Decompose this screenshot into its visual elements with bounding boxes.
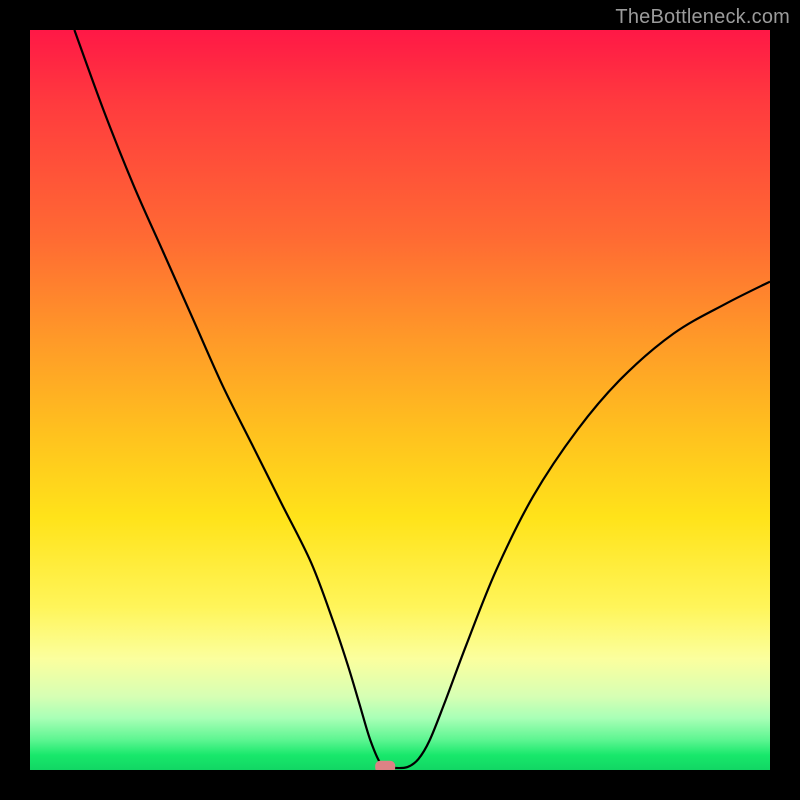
plot-area (30, 30, 770, 770)
minimum-marker (375, 761, 395, 770)
curve-svg (30, 30, 770, 770)
chart-frame: TheBottleneck.com (0, 0, 800, 800)
bottleneck-curve (74, 30, 770, 768)
watermark-text: TheBottleneck.com (615, 6, 790, 29)
